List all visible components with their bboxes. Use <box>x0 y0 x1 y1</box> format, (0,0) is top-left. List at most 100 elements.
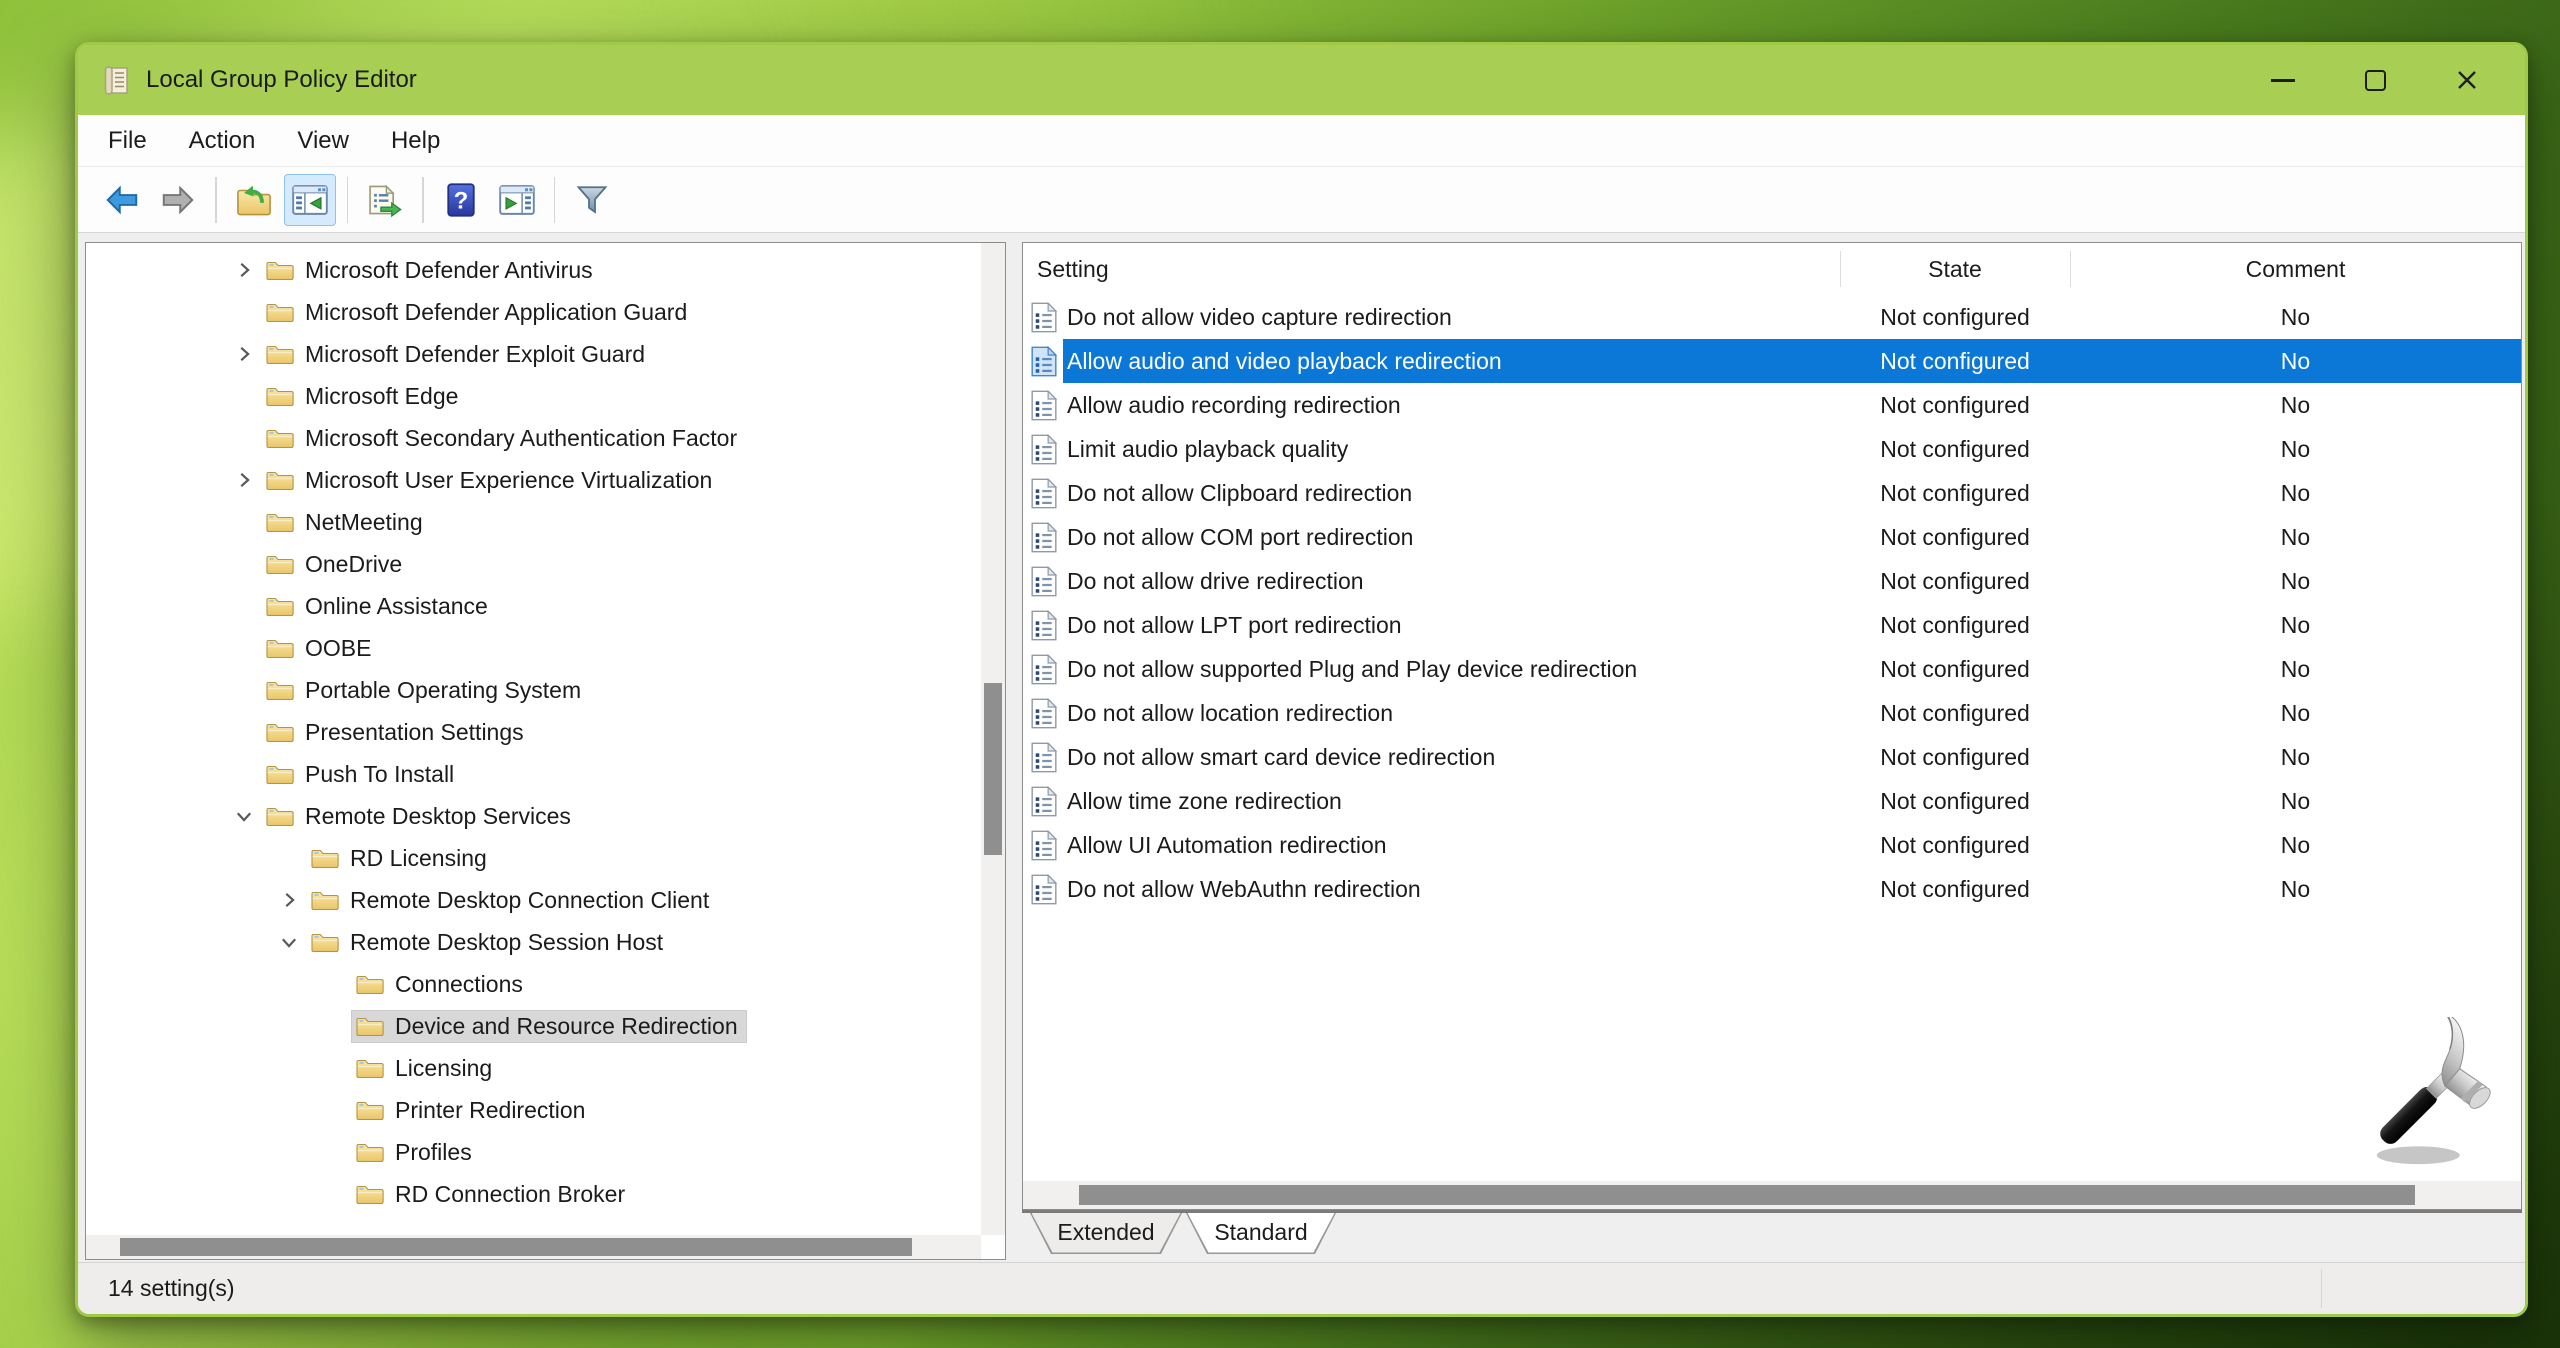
chevron-icon[interactable] <box>226 467 262 493</box>
tree-item-label: Microsoft Defender Exploit Guard <box>305 341 645 368</box>
show-console-tree-button[interactable] <box>285 175 335 225</box>
window-title: Local Group Policy Editor <box>146 66 417 94</box>
tree-vertical-scrollbar[interactable] <box>981 243 1005 1235</box>
folder-icon <box>265 468 295 492</box>
tree-item[interactable]: Online Assistance <box>86 585 981 627</box>
menu-item-view[interactable]: View <box>297 127 349 155</box>
policy-row[interactable]: Do not allow COM port redirection Not co… <box>1023 515 2521 559</box>
policy-row[interactable]: Do not allow LPT port redirection Not co… <box>1023 603 2521 647</box>
policy-state: Not configured <box>1840 348 2070 375</box>
help-button[interactable]: ? <box>436 175 486 225</box>
toolbar-separator <box>422 177 424 223</box>
tree-item[interactable]: Push To Install <box>86 753 981 795</box>
tree-item[interactable]: Remote Desktop Services <box>86 795 981 837</box>
tree-vertical-scrollbar-thumb[interactable] <box>984 683 1002 855</box>
menu-item-file[interactable]: File <box>108 127 147 155</box>
tree-item[interactable]: Microsoft Defender Application Guard <box>86 291 981 333</box>
close-button[interactable] <box>2421 45 2513 115</box>
up-one-level-button[interactable] <box>229 175 279 225</box>
policy-comment: No <box>2070 876 2521 903</box>
chevron-icon[interactable] <box>226 341 262 367</box>
tree-item[interactable]: OneDrive <box>86 543 981 585</box>
tree-item[interactable]: Portable Operating System <box>86 669 981 711</box>
tree-item[interactable]: Remote Desktop Connection Client <box>86 879 981 921</box>
list-horizontal-scrollbar[interactable] <box>1023 1181 2521 1209</box>
column-divider[interactable] <box>2070 251 2071 287</box>
policy-row[interactable]: Do not allow WebAuthn redirection Not co… <box>1023 867 2521 911</box>
export-list-button[interactable] <box>360 175 410 225</box>
policy-row[interactable]: Do not allow supported Plug and Play dev… <box>1023 647 2521 691</box>
policy-state: Not configured <box>1840 788 2070 815</box>
tree-item[interactable]: RD Connection Broker <box>86 1173 981 1215</box>
policy-icon <box>1031 698 1057 729</box>
column-header-setting[interactable]: Setting <box>1023 256 1840 283</box>
policy-state: Not configured <box>1840 480 2070 507</box>
chevron-icon[interactable] <box>226 803 262 829</box>
policy-setting-name: Do not allow LPT port redirection <box>1067 612 1402 639</box>
policy-comment: No <box>2070 392 2521 419</box>
tree-item[interactable]: Presentation Settings <box>86 711 981 753</box>
policy-row[interactable]: Do not allow video capture redirection N… <box>1023 295 2521 339</box>
filter-button[interactable] <box>567 175 617 225</box>
tree-item-label: Remote Desktop Connection Client <box>350 887 709 914</box>
list-header: Setting State Comment <box>1023 243 2521 295</box>
chevron-icon[interactable] <box>271 887 307 913</box>
title-bar[interactable]: Local Group Policy Editor <box>78 45 2525 115</box>
tree-horizontal-scrollbar-thumb[interactable] <box>120 1238 912 1256</box>
policy-row[interactable]: Allow audio and video playback redirecti… <box>1023 339 2521 383</box>
tree-item[interactable]: Device and Resource Redirection <box>86 1005 981 1047</box>
tree-item[interactable]: Microsoft Edge <box>86 375 981 417</box>
tree-item[interactable]: Microsoft Defender Exploit Guard <box>86 333 981 375</box>
policy-row[interactable]: Limit audio playback quality Not configu… <box>1023 427 2521 471</box>
tab-standard[interactable]: Standard <box>1186 1213 1336 1254</box>
tab-extended[interactable]: Extended <box>1030 1213 1182 1254</box>
tree-item-label: Presentation Settings <box>305 719 524 746</box>
policy-row[interactable]: Allow UI Automation redirection Not conf… <box>1023 823 2521 867</box>
tree-item-label: Microsoft Defender Antivirus <box>305 257 593 284</box>
back-button[interactable] <box>97 175 147 225</box>
policy-row[interactable]: Allow audio recording redirection Not co… <box>1023 383 2521 427</box>
policy-row[interactable]: Allow time zone redirection Not configur… <box>1023 779 2521 823</box>
policy-icon <box>1031 390 1057 421</box>
tree-item[interactable]: Connections <box>86 963 981 1005</box>
tree-item[interactable]: Licensing <box>86 1047 981 1089</box>
policy-state: Not configured <box>1840 436 2070 463</box>
show-action-pane-button[interactable] <box>492 175 542 225</box>
chevron-icon[interactable] <box>271 929 307 955</box>
policy-comment: No <box>2070 524 2521 551</box>
tree-item[interactable]: Microsoft User Experience Virtualization <box>86 459 981 501</box>
column-header-comment[interactable]: Comment <box>2070 256 2521 283</box>
column-header-state[interactable]: State <box>1840 256 2070 283</box>
main-content: Microsoft Defender Antivirus Microsoft D… <box>78 233 2525 1262</box>
tree-item[interactable]: Microsoft Secondary Authentication Facto… <box>86 417 981 459</box>
tree-item[interactable]: Profiles <box>86 1131 981 1173</box>
tree-item[interactable]: Remote Desktop Session Host <box>86 921 981 963</box>
policy-row[interactable]: Do not allow drive redirection Not confi… <box>1023 559 2521 603</box>
tree-item[interactable]: Printer Redirection <box>86 1089 981 1131</box>
policy-row[interactable]: Do not allow smart card device redirecti… <box>1023 735 2521 779</box>
column-divider[interactable] <box>1840 251 1841 287</box>
policy-comment: No <box>2070 744 2521 771</box>
gpedit-window: Local Group Policy Editor File Action View… <box>75 42 2528 1317</box>
tree-item[interactable]: NetMeeting <box>86 501 981 543</box>
tree-item-label: OneDrive <box>305 551 402 578</box>
maximize-button[interactable] <box>2329 45 2421 115</box>
policy-row[interactable]: Do not allow location redirection Not co… <box>1023 691 2521 735</box>
menu-item-help[interactable]: Help <box>391 127 440 155</box>
chevron-icon[interactable] <box>226 257 262 283</box>
action-pane-icon <box>498 182 536 218</box>
tree-item[interactable]: OOBE <box>86 627 981 669</box>
policy-row[interactable]: Do not allow Clipboard redirection Not c… <box>1023 471 2521 515</box>
view-tab-strip: Extended Standard <box>1022 1210 2522 1262</box>
policy-setting-name: Do not allow COM port redirection <box>1067 524 1413 551</box>
policy-state: Not configured <box>1840 700 2070 727</box>
list-horizontal-scrollbar-thumb[interactable] <box>1079 1185 2415 1205</box>
forward-button[interactable] <box>153 175 203 225</box>
tree-item[interactable]: RD Licensing <box>86 837 981 879</box>
minimize-button[interactable] <box>2237 45 2329 115</box>
policy-setting-name: Do not allow smart card device redirecti… <box>1067 744 1495 771</box>
menu-item-action[interactable]: Action <box>189 127 256 155</box>
tree-horizontal-scrollbar[interactable] <box>86 1235 981 1259</box>
policy-comment: No <box>2070 348 2521 375</box>
tree-item[interactable]: Microsoft Defender Antivirus <box>86 249 981 291</box>
